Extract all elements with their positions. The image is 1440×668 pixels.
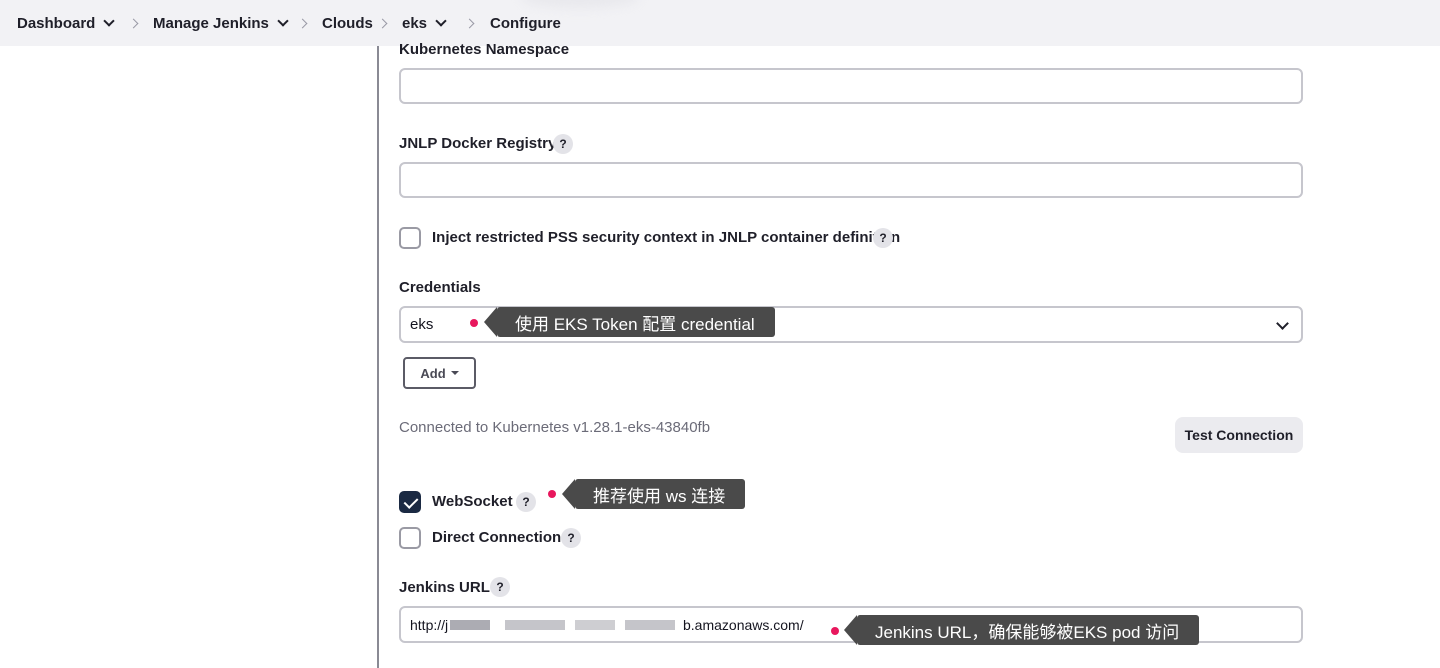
caret-down-icon[interactable] [450, 371, 459, 375]
jenkins-url-value-prefix: http://j [410, 617, 449, 633]
credentials-selected-value: eks [410, 316, 434, 333]
chevron-right-icon [297, 0, 308, 46]
annotation-dot [470, 319, 478, 327]
annotation-credential: 使用 EKS Token 配置 credential [484, 307, 775, 337]
namespace-label: Kubernetes Namespace [399, 41, 570, 58]
add-label[interactable]: Add [420, 366, 445, 381]
jnlp-registry-label: JNLP Docker Registry [399, 135, 557, 152]
breadcrumb-label: Configure [490, 14, 561, 32]
redacted-text [575, 620, 615, 630]
direct-connection-label[interactable]: Direct Connection [432, 529, 561, 546]
annotation-dot [831, 627, 839, 635]
redacted-text [625, 620, 675, 630]
chevron-down-icon[interactable] [277, 14, 289, 27]
add-credential-button[interactable]: Add [403, 357, 476, 389]
connection-status: Connected to Kubernetes v1.28.1-eks-4384… [399, 419, 711, 436]
namespace-input[interactable] [399, 68, 1303, 104]
jnlp-registry-input[interactable] [399, 162, 1303, 198]
breadcrumb-label[interactable]: Dashboard [17, 15, 95, 32]
help-icon[interactable]: ? [873, 228, 893, 248]
annotation-jenkins-url: Jenkins URL，确保能够被EKS pod 访问 [843, 615, 1200, 645]
breadcrumb-label[interactable]: Clouds [322, 15, 373, 32]
inject-pss-checkbox[interactable] [399, 227, 421, 249]
annotation-dot [548, 490, 556, 498]
chevron-down-icon[interactable] [435, 14, 447, 27]
websocket-checkbox[interactable] [399, 491, 421, 513]
help-icon[interactable]: ? [490, 577, 510, 597]
breadcrumb-item-configure: Configure [490, 0, 561, 46]
annotation-websocket: 推荐使用 ws 连接 [561, 479, 746, 509]
inject-pss-label[interactable]: Inject restricted PSS security context i… [432, 229, 900, 246]
redacted-text [450, 620, 490, 630]
chevron-right-icon [464, 0, 475, 46]
chevron-right-icon [128, 0, 139, 46]
breadcrumb-item-manage-jenkins[interactable]: Manage Jenkins [153, 0, 289, 46]
chevron-down-icon[interactable] [103, 14, 116, 27]
breadcrumb-item-dashboard[interactable]: Dashboard [17, 0, 116, 46]
redacted-text [505, 620, 565, 630]
websocket-label[interactable]: WebSocket [432, 493, 513, 510]
help-icon[interactable]: ? [561, 528, 581, 548]
chevron-right-icon [377, 0, 388, 46]
breadcrumb: Dashboard Manage Jenkins Clouds eks Conf… [0, 0, 1440, 46]
breadcrumb-label[interactable]: eks [402, 15, 427, 32]
credentials-label: Credentials [399, 279, 481, 296]
help-icon[interactable]: ? [553, 134, 573, 154]
jenkins-url-label: Jenkins URL [399, 579, 490, 596]
help-icon[interactable]: ? [516, 492, 536, 512]
breadcrumb-item-eks[interactable]: eks [402, 0, 447, 46]
breadcrumb-label[interactable]: Manage Jenkins [153, 15, 269, 32]
jenkins-url-value-suffix: b.amazonaws.com/ [683, 617, 804, 633]
breadcrumb-item-clouds[interactable]: Clouds [322, 0, 373, 46]
direct-connection-checkbox[interactable] [399, 527, 421, 549]
chevron-down-icon[interactable] [1276, 317, 1289, 330]
section-divider [377, 46, 379, 668]
test-connection-button[interactable]: Test Connection [1175, 417, 1303, 453]
